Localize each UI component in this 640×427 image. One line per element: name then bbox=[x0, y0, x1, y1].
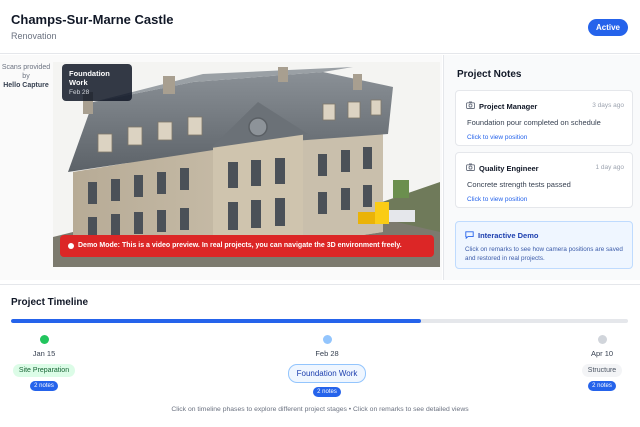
camera-icon bbox=[466, 101, 475, 109]
note-author-role: Quality Engineer bbox=[479, 164, 539, 173]
scan-credit-prefix: Scans provided by bbox=[1, 64, 51, 80]
phase-note-count[interactable]: 2 notes bbox=[588, 381, 616, 391]
note-timestamp: 1 day ago bbox=[595, 164, 624, 171]
phase-date: Apr 10 bbox=[590, 349, 614, 358]
view-position-link[interactable]: Click to view position bbox=[467, 196, 527, 203]
chat-icon bbox=[465, 231, 474, 239]
interactive-demo-card: Interactive Demo Click on remarks to see… bbox=[455, 221, 633, 269]
timeline-title: Project Timeline bbox=[11, 297, 89, 308]
note-text: Foundation pour completed on schedule bbox=[467, 118, 601, 127]
timeline-progress-track bbox=[11, 319, 628, 323]
camera-icon bbox=[466, 163, 475, 171]
alert-dot-icon bbox=[68, 243, 74, 249]
project-notes-panel: Project Notes Project Manager 3 days ago… bbox=[443, 55, 640, 280]
project-subtitle: Renovation bbox=[11, 31, 57, 41]
scan-credit-name: Hello Capture bbox=[3, 82, 49, 89]
timeline-phase[interactable]: Feb 28 Foundation Work 2 notes bbox=[277, 335, 377, 397]
timeline-progress-fill bbox=[11, 319, 422, 323]
note-card[interactable]: Quality Engineer 1 day ago Concrete stre… bbox=[455, 152, 633, 208]
demo-card-title: Interactive Demo bbox=[478, 231, 539, 240]
phase-note-count[interactable]: 2 notes bbox=[313, 387, 341, 397]
active-phase-name: Foundation Work bbox=[69, 69, 110, 87]
active-phase-tooltip: Foundation Work Feb 28 bbox=[62, 64, 132, 101]
phase-label[interactable]: Structure bbox=[581, 364, 623, 377]
notes-title: Project Notes bbox=[457, 69, 522, 80]
note-author-role: Project Manager bbox=[479, 102, 538, 111]
project-header: Champs-Sur-Marne Castle Renovation Activ… bbox=[0, 0, 640, 54]
demo-card-text: Click on remarks to see how camera posit… bbox=[465, 246, 623, 262]
phase-label[interactable]: Foundation Work bbox=[287, 364, 367, 383]
scan-credit: Scans provided by Hello Capture bbox=[0, 63, 52, 90]
phase-date: Jan 15 bbox=[32, 349, 56, 358]
phase-label[interactable]: Site Preparation bbox=[12, 364, 76, 377]
phase-dot bbox=[322, 335, 332, 344]
timeline-phase[interactable]: Apr 10 Structure 2 notes bbox=[552, 335, 640, 391]
active-phase-date: Feb 28 bbox=[69, 89, 90, 96]
note-text: Concrete strength tests passed bbox=[467, 180, 571, 189]
demo-banner-text: Demo Mode: This is a video preview. In r… bbox=[78, 242, 402, 249]
demo-mode-banner: Demo Mode: This is a video preview. In r… bbox=[60, 235, 434, 257]
phase-date: Feb 28 bbox=[315, 349, 339, 358]
timeline-hint: Click on timeline phases to explore diff… bbox=[171, 406, 469, 413]
phase-dot bbox=[39, 335, 49, 344]
note-timestamp: 3 days ago bbox=[592, 102, 624, 109]
phase-note-count[interactable]: 2 notes bbox=[30, 381, 58, 391]
page-title: Champs-Sur-Marne Castle bbox=[11, 12, 174, 27]
note-card[interactable]: Project Manager 3 days ago Foundation po… bbox=[455, 90, 633, 146]
phase-dot bbox=[597, 335, 607, 344]
view-position-link[interactable]: Click to view position bbox=[467, 134, 527, 141]
status-badge: Active bbox=[587, 19, 628, 36]
scan-viewer[interactable]: Scans provided by Hello Capture Foundati… bbox=[0, 55, 442, 280]
project-timeline: Project Timeline Jan 15 Site Preparation… bbox=[0, 284, 640, 427]
timeline-phase[interactable]: Jan 15 Site Preparation 2 notes bbox=[0, 335, 94, 391]
